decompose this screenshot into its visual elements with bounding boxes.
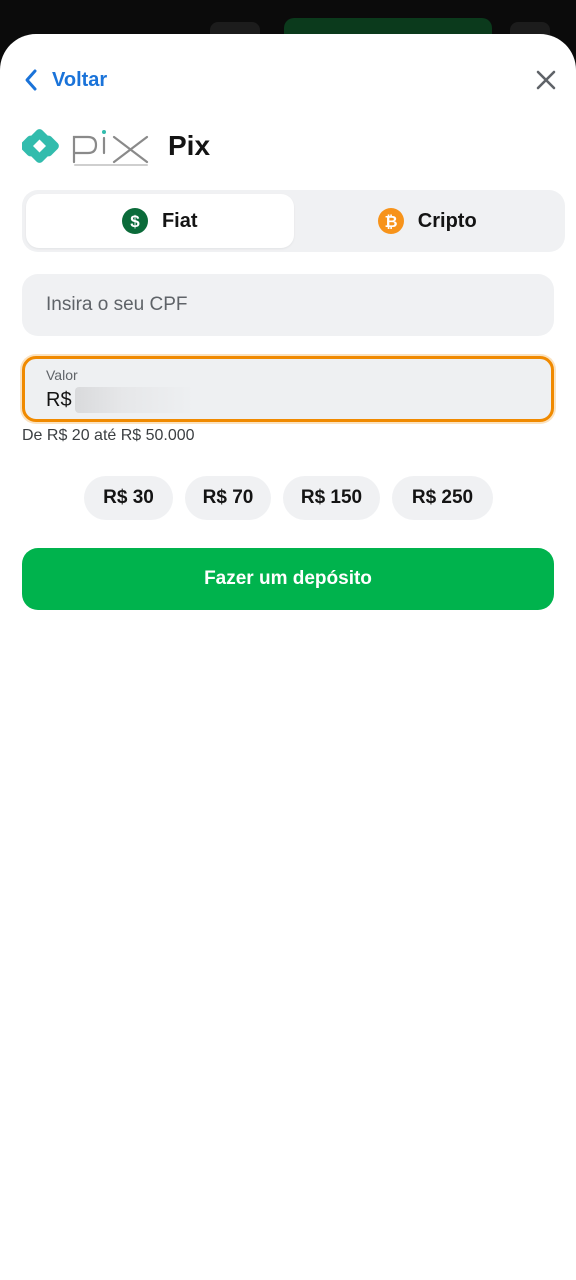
- sheet-topbar: Voltar: [22, 66, 560, 94]
- currency-prefix: R$: [46, 389, 72, 411]
- tab-label: Fiat: [161, 209, 198, 232]
- back-button[interactable]: Voltar: [22, 66, 107, 94]
- amount-input[interactable]: [75, 387, 195, 413]
- quick-amount-chip[interactable]: R$ 150: [283, 476, 380, 520]
- svg-text:$: $: [130, 212, 140, 231]
- quick-amounts: R$ 30 R$ 70 R$ 150 R$ 250: [84, 476, 493, 520]
- currency-type-tabs: $ Fiat ₿ Cripto: [22, 190, 565, 252]
- amount-field[interactable]: Valor R$: [22, 356, 554, 422]
- cpf-input[interactable]: [22, 274, 554, 336]
- svg-text:₿: ₿: [384, 213, 397, 231]
- amount-range-hint: De R$ 20 até R$ 50.000: [22, 427, 195, 444]
- quick-amount-chip[interactable]: R$ 70: [185, 476, 271, 520]
- dollar-coin-icon: $: [121, 208, 148, 234]
- close-button[interactable]: [532, 66, 560, 94]
- tab-cripto[interactable]: ₿ Cripto: [294, 194, 562, 248]
- payment-method-header: Pix: [22, 122, 210, 170]
- tab-label: Cripto: [417, 209, 477, 232]
- close-icon: [532, 70, 560, 98]
- chevron-left-icon: [22, 68, 40, 92]
- amount-label: Valor: [46, 367, 78, 383]
- back-label: Voltar: [52, 68, 108, 91]
- bitcoin-icon: ₿: [377, 208, 404, 234]
- page-title: Pix: [168, 130, 211, 161]
- deposit-button[interactable]: Fazer um depósito: [22, 548, 554, 610]
- pix-logo: [22, 129, 149, 166]
- deposit-sheet: Voltar Pix $ Fiat ₿ Cripto Insira o seu …: [0, 34, 576, 1280]
- quick-amount-chip[interactable]: R$ 250: [392, 476, 493, 520]
- quick-amount-chip[interactable]: R$ 30: [84, 476, 173, 520]
- tab-fiat[interactable]: $ Fiat: [26, 194, 294, 248]
